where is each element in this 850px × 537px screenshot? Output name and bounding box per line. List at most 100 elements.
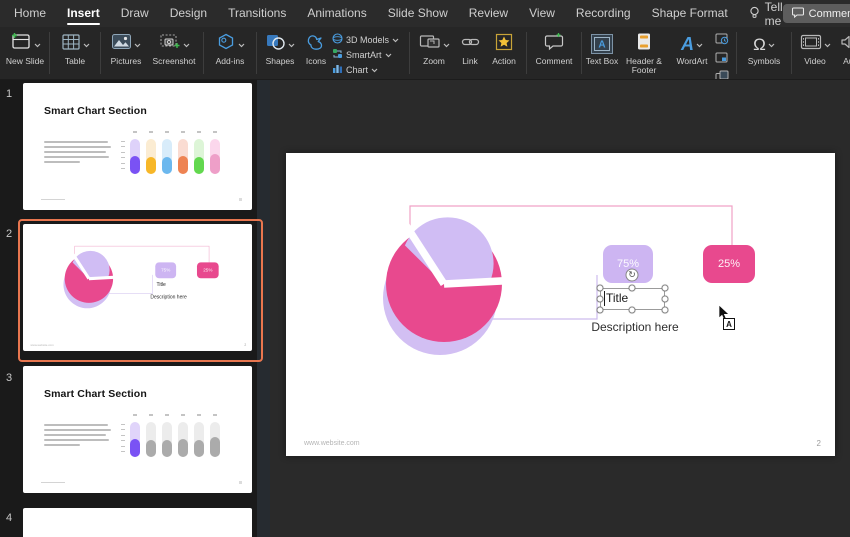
description-textbox[interactable]: Description here bbox=[580, 320, 690, 334]
resize-handle-nw[interactable] bbox=[597, 285, 604, 292]
thumb3-chart-axis bbox=[121, 424, 125, 452]
action-label: Action bbox=[492, 57, 516, 66]
pie-separator bbox=[89, 277, 118, 279]
resize-handle-ne[interactable] bbox=[662, 285, 669, 292]
thumb1-body-text bbox=[44, 141, 111, 166]
symbols-button[interactable]: Ω Symbols bbox=[740, 30, 788, 66]
action-button[interactable]: Action bbox=[485, 30, 523, 66]
thumb2-mini-slide: 75% 25% Title Description here www.websi… bbox=[23, 224, 119, 350]
wordart-button[interactable]: A WordArt bbox=[669, 30, 715, 66]
thumb1-title: Smart Chart Section bbox=[44, 105, 147, 117]
rotation-handle[interactable]: ↻ bbox=[626, 269, 639, 282]
link-label: Link bbox=[462, 57, 478, 66]
zoom-label: Zoom bbox=[423, 57, 445, 66]
callout-25-label: 25% bbox=[718, 258, 740, 270]
tab-slide-show[interactable]: Slide Show bbox=[388, 1, 448, 26]
tab-insert[interactable]: Insert bbox=[67, 1, 100, 26]
ribbon-divider bbox=[736, 32, 737, 74]
3d-models-button[interactable]: 3D Models bbox=[332, 33, 406, 46]
add-ins-button[interactable]: Add-ins bbox=[207, 30, 253, 66]
tell-me-bulb-icon bbox=[749, 6, 760, 22]
resize-handle-s[interactable] bbox=[629, 307, 636, 314]
slide-thumbnail-panel: 1 2 3 4 Smart Chart Section bbox=[0, 80, 270, 537]
icons-button[interactable]: Icons bbox=[300, 30, 332, 66]
tab-recording[interactable]: Recording bbox=[576, 1, 631, 26]
audio-button[interactable]: Audio bbox=[835, 30, 850, 66]
text-box-label: Text Box bbox=[586, 57, 619, 66]
table-button[interactable]: Table bbox=[53, 30, 97, 66]
text-insertion-caret bbox=[604, 291, 605, 306]
editing-canvas: 75% 25% Title ↻ bbox=[270, 80, 850, 537]
chart-icon bbox=[332, 63, 343, 76]
pie-separator bbox=[444, 280, 514, 284]
zoom-button[interactable]: Zoom bbox=[413, 30, 455, 66]
icons-label: Icons bbox=[306, 57, 326, 66]
pictures-button[interactable]: Pictures bbox=[104, 30, 148, 66]
link-button[interactable]: Link bbox=[455, 30, 485, 66]
table-icon bbox=[61, 33, 81, 56]
ribbon-divider bbox=[409, 32, 410, 74]
comments-button[interactable]: Comments bbox=[783, 4, 850, 23]
resize-handle-e[interactable] bbox=[662, 296, 669, 303]
smartart-icon bbox=[332, 48, 343, 61]
new-slide-icon bbox=[10, 32, 32, 56]
pie-chart[interactable] bbox=[354, 208, 534, 388]
tab-draw[interactable]: Draw bbox=[121, 1, 149, 26]
slide-thumbnail-2[interactable]: 75% 25% Title Description here www.websi… bbox=[23, 224, 252, 351]
slide-thumbnail-3[interactable]: Smart Chart Section bbox=[23, 366, 252, 493]
new-slide-button[interactable]: New Slide bbox=[4, 30, 46, 66]
resize-handle-se[interactable] bbox=[662, 307, 669, 314]
tab-view[interactable]: View bbox=[529, 1, 555, 26]
ribbon-divider bbox=[581, 32, 582, 74]
title-textbox[interactable]: Title bbox=[157, 282, 166, 288]
thumb1-chart-axis bbox=[121, 141, 125, 169]
smartart-button[interactable]: SmartArt bbox=[332, 48, 406, 61]
slide-footer-url: www.website.com bbox=[304, 440, 360, 447]
pictures-caret-icon bbox=[134, 35, 141, 53]
tab-review[interactable]: Review bbox=[469, 1, 508, 26]
slide-content: 75% 25% Title ↻ bbox=[286, 153, 835, 456]
shapes-caret-icon bbox=[288, 35, 295, 53]
thumb3-page-dot bbox=[239, 481, 242, 484]
callout-25-percent[interactable]: 25% bbox=[197, 262, 219, 278]
tab-design[interactable]: Design bbox=[170, 1, 207, 26]
header-footer-button[interactable]: Header & Footer bbox=[619, 30, 669, 76]
resize-handle-n[interactable] bbox=[629, 285, 636, 292]
shapes-button[interactable]: Shapes bbox=[260, 30, 300, 66]
table-label: Table bbox=[65, 57, 85, 66]
thumb-number-3: 3 bbox=[6, 372, 12, 384]
slide-thumbnail-1[interactable]: Smart Chart Section bbox=[23, 83, 252, 210]
symbols-caret-icon bbox=[768, 35, 775, 53]
tab-transitions[interactable]: Transitions bbox=[228, 1, 286, 26]
mouse-cursor: A bbox=[718, 305, 730, 326]
resize-handle-w[interactable] bbox=[597, 296, 604, 303]
slide-page-number: 2 bbox=[817, 439, 821, 448]
video-label: Video bbox=[804, 57, 826, 66]
chart-button[interactable]: Chart bbox=[332, 63, 406, 76]
video-button[interactable]: Video bbox=[795, 30, 835, 66]
3d-models-label: 3D Models bbox=[346, 35, 389, 45]
slide-thumbnail-4[interactable] bbox=[23, 508, 252, 537]
comment-button[interactable]: Comment bbox=[530, 30, 578, 66]
tab-home[interactable]: Home bbox=[14, 1, 46, 26]
slide-number-button[interactable] bbox=[715, 51, 733, 69]
link-icon bbox=[461, 35, 480, 54]
thumb3-footer-line bbox=[41, 482, 65, 484]
comment-bubble-icon bbox=[792, 7, 804, 21]
thumb1-bar-chart bbox=[130, 139, 250, 175]
date-time-button[interactable] bbox=[715, 32, 733, 50]
tab-animations[interactable]: Animations bbox=[307, 1, 366, 26]
tab-shape-format[interactable]: Shape Format bbox=[652, 1, 728, 26]
table-caret-icon bbox=[83, 35, 90, 53]
tell-me[interactable]: Tell me bbox=[749, 0, 783, 28]
description-textbox[interactable]: Description here bbox=[146, 294, 192, 300]
powerpoint-window: Home Insert Draw Design Transitions Anim… bbox=[0, 0, 850, 537]
resize-handle-sw[interactable] bbox=[597, 307, 604, 314]
current-slide[interactable]: 75% 25% Title ↻ bbox=[286, 153, 835, 456]
screenshot-button[interactable]: Screenshot bbox=[148, 30, 200, 66]
callout-75-percent[interactable]: 75% bbox=[155, 262, 176, 278]
text-box-button[interactable]: A Text Box bbox=[585, 30, 619, 66]
object-button[interactable] bbox=[715, 70, 733, 80]
pie-chart[interactable] bbox=[51, 247, 126, 322]
callout-25-percent[interactable]: 25% bbox=[703, 245, 755, 283]
